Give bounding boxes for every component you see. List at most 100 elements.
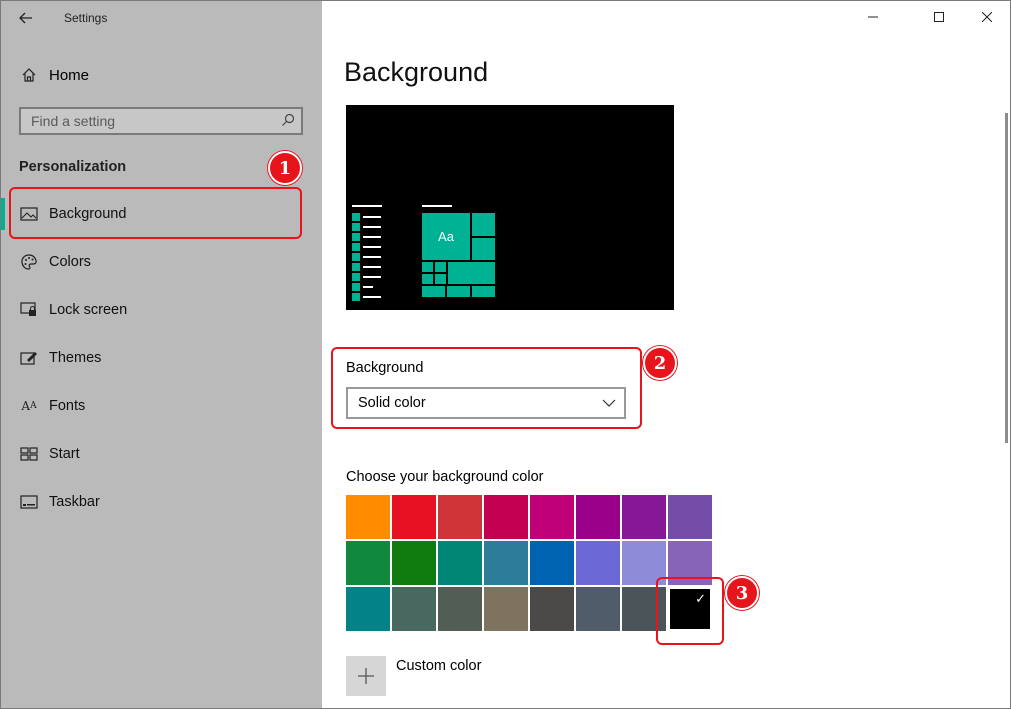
preview-line bbox=[363, 226, 381, 228]
color-swatch[interactable] bbox=[484, 587, 528, 631]
color-swatch[interactable] bbox=[576, 541, 620, 585]
preview-tile bbox=[422, 262, 433, 272]
color-swatch[interactable] bbox=[530, 541, 574, 585]
maximize-icon bbox=[934, 12, 944, 22]
background-preview: Aa bbox=[346, 105, 674, 310]
font-icon: AA bbox=[21, 399, 37, 413]
preview-tile bbox=[422, 274, 433, 284]
preview-square bbox=[352, 283, 360, 291]
sidebar-item-start[interactable]: Start bbox=[1, 434, 322, 474]
preview-square bbox=[352, 213, 360, 221]
plus-icon bbox=[358, 668, 374, 684]
sidebar-item-colors[interactable]: Colors bbox=[1, 242, 322, 282]
color-swatch[interactable] bbox=[622, 495, 666, 539]
sidebar: Settings Home Personalization Background… bbox=[1, 1, 322, 708]
color-swatch[interactable] bbox=[438, 541, 482, 585]
close-button[interactable] bbox=[964, 1, 1010, 33]
brush-icon bbox=[19, 348, 39, 368]
sidebar-item-label: Colors bbox=[49, 254, 91, 270]
preview-tile bbox=[422, 286, 445, 297]
sidebar-item-label: Taskbar bbox=[49, 494, 100, 510]
color-swatch[interactable] bbox=[438, 587, 482, 631]
custom-color-button[interactable] bbox=[346, 656, 386, 696]
preview-square bbox=[352, 243, 360, 251]
color-swatch[interactable] bbox=[346, 495, 390, 539]
preview-square bbox=[352, 263, 360, 271]
minimize-icon bbox=[868, 16, 878, 18]
annotation-badge-3: 3 bbox=[725, 576, 759, 610]
color-swatch[interactable] bbox=[576, 587, 620, 631]
taskbar-icon bbox=[19, 492, 39, 512]
preview-square bbox=[352, 293, 360, 301]
preview-line bbox=[352, 205, 382, 207]
color-swatch[interactable] bbox=[530, 495, 574, 539]
annotation-box-2 bbox=[331, 347, 642, 429]
annotation-box-1 bbox=[9, 187, 302, 239]
color-swatch[interactable] bbox=[484, 541, 528, 585]
color-swatch[interactable] bbox=[576, 495, 620, 539]
color-swatch[interactable] bbox=[438, 495, 482, 539]
annotation-badge-1: 1 bbox=[268, 151, 302, 185]
preview-square bbox=[352, 273, 360, 281]
sidebar-item-label: Themes bbox=[49, 350, 102, 366]
home-icon bbox=[19, 65, 39, 85]
minimize-button[interactable] bbox=[850, 1, 896, 33]
palette-icon bbox=[19, 252, 39, 272]
color-swatch[interactable] bbox=[530, 587, 574, 631]
preview-tile bbox=[472, 213, 495, 236]
color-swatch[interactable] bbox=[392, 541, 436, 585]
annotation-badge-2: 2 bbox=[643, 346, 677, 380]
close-icon bbox=[982, 12, 992, 22]
color-section-label: Choose your background color bbox=[346, 469, 544, 485]
search-box[interactable] bbox=[19, 107, 303, 135]
maximize-button[interactable] bbox=[916, 1, 962, 33]
preview-line bbox=[363, 266, 381, 268]
preview-tile bbox=[435, 262, 446, 272]
back-arrow-icon bbox=[19, 12, 32, 24]
color-swatch[interactable] bbox=[484, 495, 528, 539]
sidebar-item-label: Lock screen bbox=[49, 302, 128, 318]
home-link[interactable]: Home bbox=[19, 63, 89, 87]
custom-color-label[interactable]: Custom color bbox=[396, 658, 481, 674]
search-input[interactable] bbox=[21, 109, 271, 133]
preview-tile bbox=[472, 286, 495, 297]
sidebar-item-taskbar[interactable]: Taskbar bbox=[1, 482, 322, 522]
scrollbar[interactable] bbox=[1005, 113, 1008, 443]
sidebar-item-fonts[interactable]: AA Fonts bbox=[1, 386, 322, 426]
sidebar-item-lock-screen[interactable]: Lock screen bbox=[1, 290, 322, 330]
sidebar-item-label: Fonts bbox=[49, 398, 86, 414]
preview-tile bbox=[435, 274, 446, 284]
color-swatch[interactable] bbox=[392, 587, 436, 631]
preview-square bbox=[352, 233, 360, 241]
preview-line bbox=[363, 256, 381, 258]
preview-line bbox=[363, 276, 381, 278]
preview-line bbox=[363, 286, 373, 288]
color-swatch[interactable] bbox=[346, 587, 390, 631]
app-title: Settings bbox=[64, 11, 108, 25]
search-icon[interactable] bbox=[281, 113, 295, 132]
preview-tile bbox=[447, 286, 470, 297]
color-swatch[interactable] bbox=[346, 541, 390, 585]
preview-line bbox=[363, 236, 381, 238]
preview-line bbox=[422, 205, 452, 207]
home-label: Home bbox=[49, 66, 90, 84]
page-title: Background bbox=[344, 57, 489, 87]
active-indicator bbox=[1, 198, 5, 230]
annotation-box-3 bbox=[656, 577, 724, 645]
color-swatch[interactable] bbox=[668, 495, 712, 539]
start-icon bbox=[19, 444, 39, 464]
preview-line bbox=[363, 246, 381, 248]
lock-screen-icon bbox=[19, 300, 39, 320]
back-button[interactable] bbox=[11, 5, 41, 31]
section-title: Personalization bbox=[19, 159, 127, 175]
color-swatch[interactable] bbox=[392, 495, 436, 539]
preview-tile-wide bbox=[448, 262, 495, 284]
preview-tile-large: Aa bbox=[422, 213, 470, 260]
preview-line bbox=[363, 216, 381, 218]
preview-tile bbox=[472, 238, 495, 260]
preview-line bbox=[363, 296, 381, 298]
preview-square bbox=[352, 223, 360, 231]
sidebar-item-themes[interactable]: Themes bbox=[1, 338, 322, 378]
sidebar-item-label: Start bbox=[49, 446, 80, 462]
preview-square bbox=[352, 253, 360, 261]
